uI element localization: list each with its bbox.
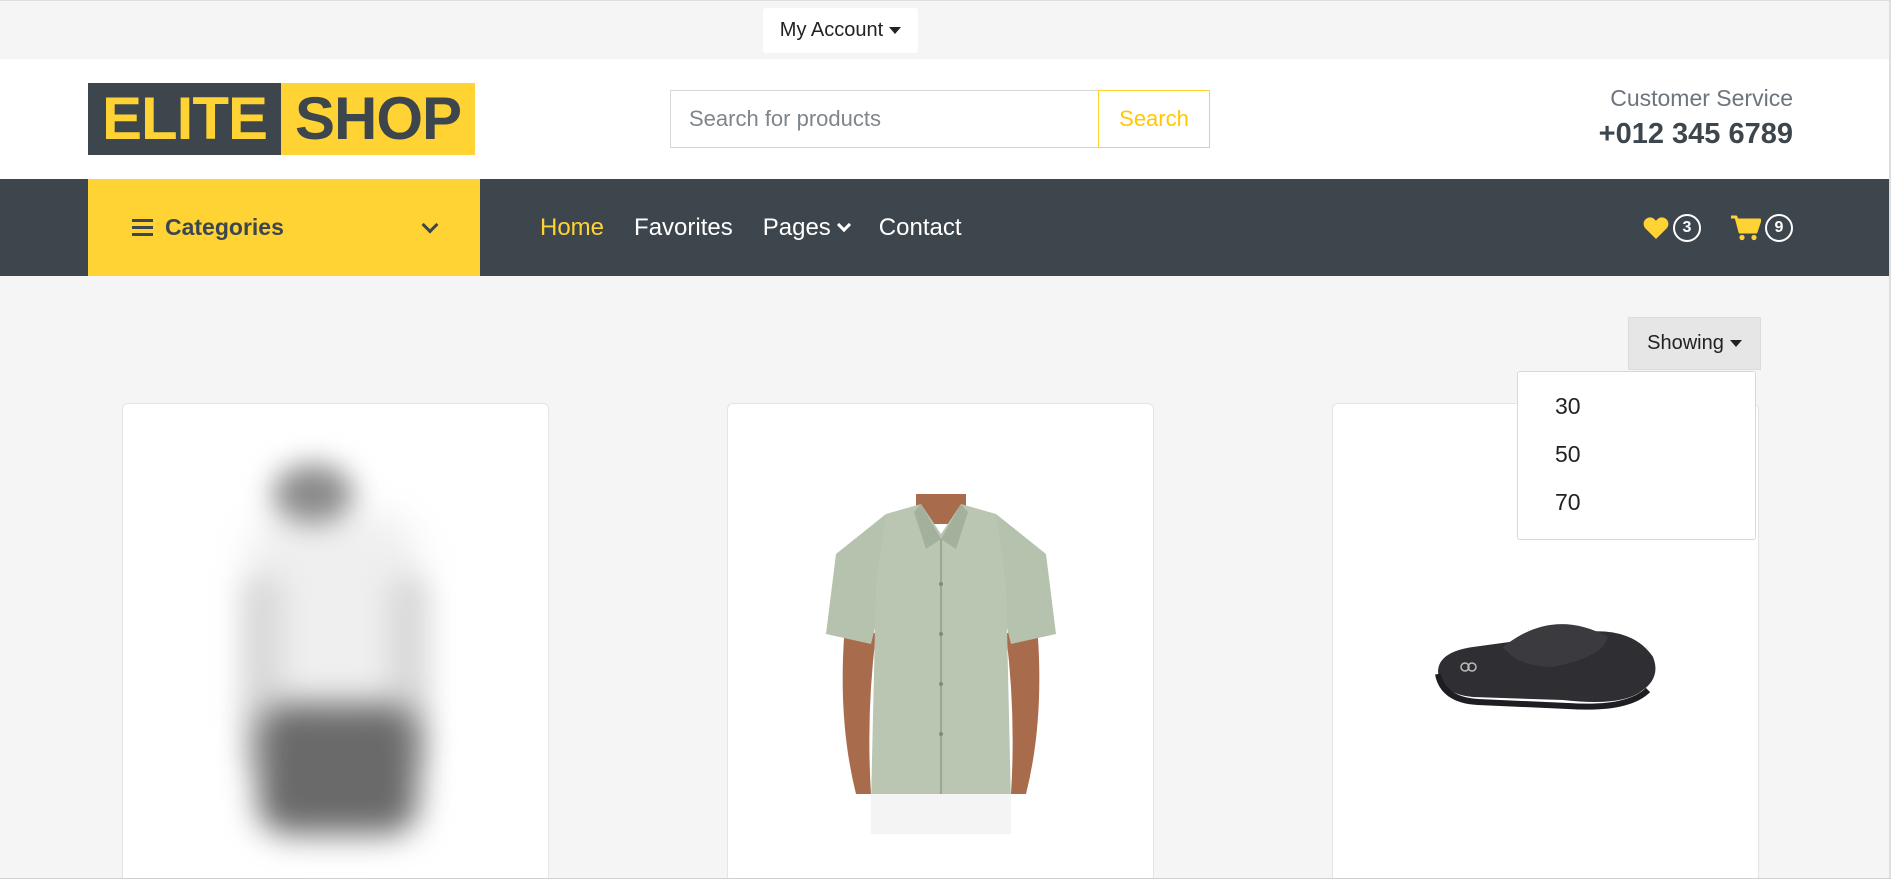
- nav-icons: 3 9: [1643, 179, 1793, 276]
- chevron-down-icon: [421, 216, 439, 233]
- customer-service: Customer Service +012 345 6789: [1599, 85, 1793, 151]
- menu-icon: [132, 219, 153, 236]
- product-card[interactable]: [122, 403, 549, 879]
- showing-dropdown[interactable]: Showing: [1628, 317, 1761, 370]
- product-image[interactable]: [1433, 612, 1663, 712]
- cart-count-badge: 9: [1765, 213, 1793, 242]
- main-nav: Categories Home Favorites Pages Contact …: [0, 179, 1891, 276]
- categories-left: Categories: [132, 214, 284, 241]
- customer-service-phone: +012 345 6789: [1598, 118, 1793, 150]
- cart-link[interactable]: 9: [1731, 213, 1793, 242]
- nav-item-home-label: Home: [540, 213, 605, 241]
- top-bar: My Account: [0, 0, 1891, 59]
- nav-item-favorites[interactable]: Favorites: [634, 214, 733, 242]
- heart-icon: [1643, 216, 1669, 239]
- nav-item-favorites-label: Favorites: [634, 213, 733, 241]
- cart-icon: [1731, 215, 1761, 240]
- favorites-count-badge: 3: [1673, 213, 1701, 242]
- caret-down-icon: [1729, 340, 1742, 347]
- customer-service-label: Customer Service: [1610, 85, 1793, 111]
- chevron-down-icon: [836, 217, 851, 232]
- product-image[interactable]: [826, 494, 1056, 834]
- search-form: Search: [670, 90, 1210, 148]
- nav-item-pages-label: Pages: [762, 213, 831, 241]
- logo-shop: SHOP: [281, 83, 476, 155]
- product-image[interactable]: [218, 454, 448, 854]
- my-account-dropdown[interactable]: My Account: [763, 8, 918, 53]
- caret-down-icon: [889, 27, 902, 34]
- nav-menu: Home Favorites Pages Contact: [540, 179, 962, 276]
- showing-option-70[interactable]: 70: [1518, 478, 1755, 526]
- product-card[interactable]: [727, 403, 1154, 879]
- nav-item-home[interactable]: Home: [540, 214, 604, 242]
- my-account-label: My Account: [779, 19, 884, 41]
- site-logo[interactable]: ELITE SHOP: [88, 83, 476, 155]
- nav-item-contact-label: Contact: [878, 213, 962, 241]
- search-button[interactable]: Search: [1098, 90, 1210, 148]
- showing-option-50[interactable]: 50: [1518, 430, 1755, 478]
- showing-label: Showing: [1647, 332, 1724, 354]
- categories-label: Categories: [165, 214, 284, 240]
- header: ELITE SHOP Search Customer Service +012 …: [0, 59, 1891, 179]
- nav-item-pages[interactable]: Pages: [762, 213, 851, 242]
- nav-item-contact[interactable]: Contact: [879, 214, 962, 242]
- search-input[interactable]: [670, 90, 1098, 148]
- categories-toggle[interactable]: Categories: [88, 179, 480, 276]
- showing-option-30[interactable]: 30: [1518, 382, 1755, 430]
- logo-elite: ELITE: [88, 83, 282, 155]
- showing-menu: 30 50 70: [1517, 371, 1756, 540]
- favorites-link[interactable]: 3: [1643, 213, 1701, 242]
